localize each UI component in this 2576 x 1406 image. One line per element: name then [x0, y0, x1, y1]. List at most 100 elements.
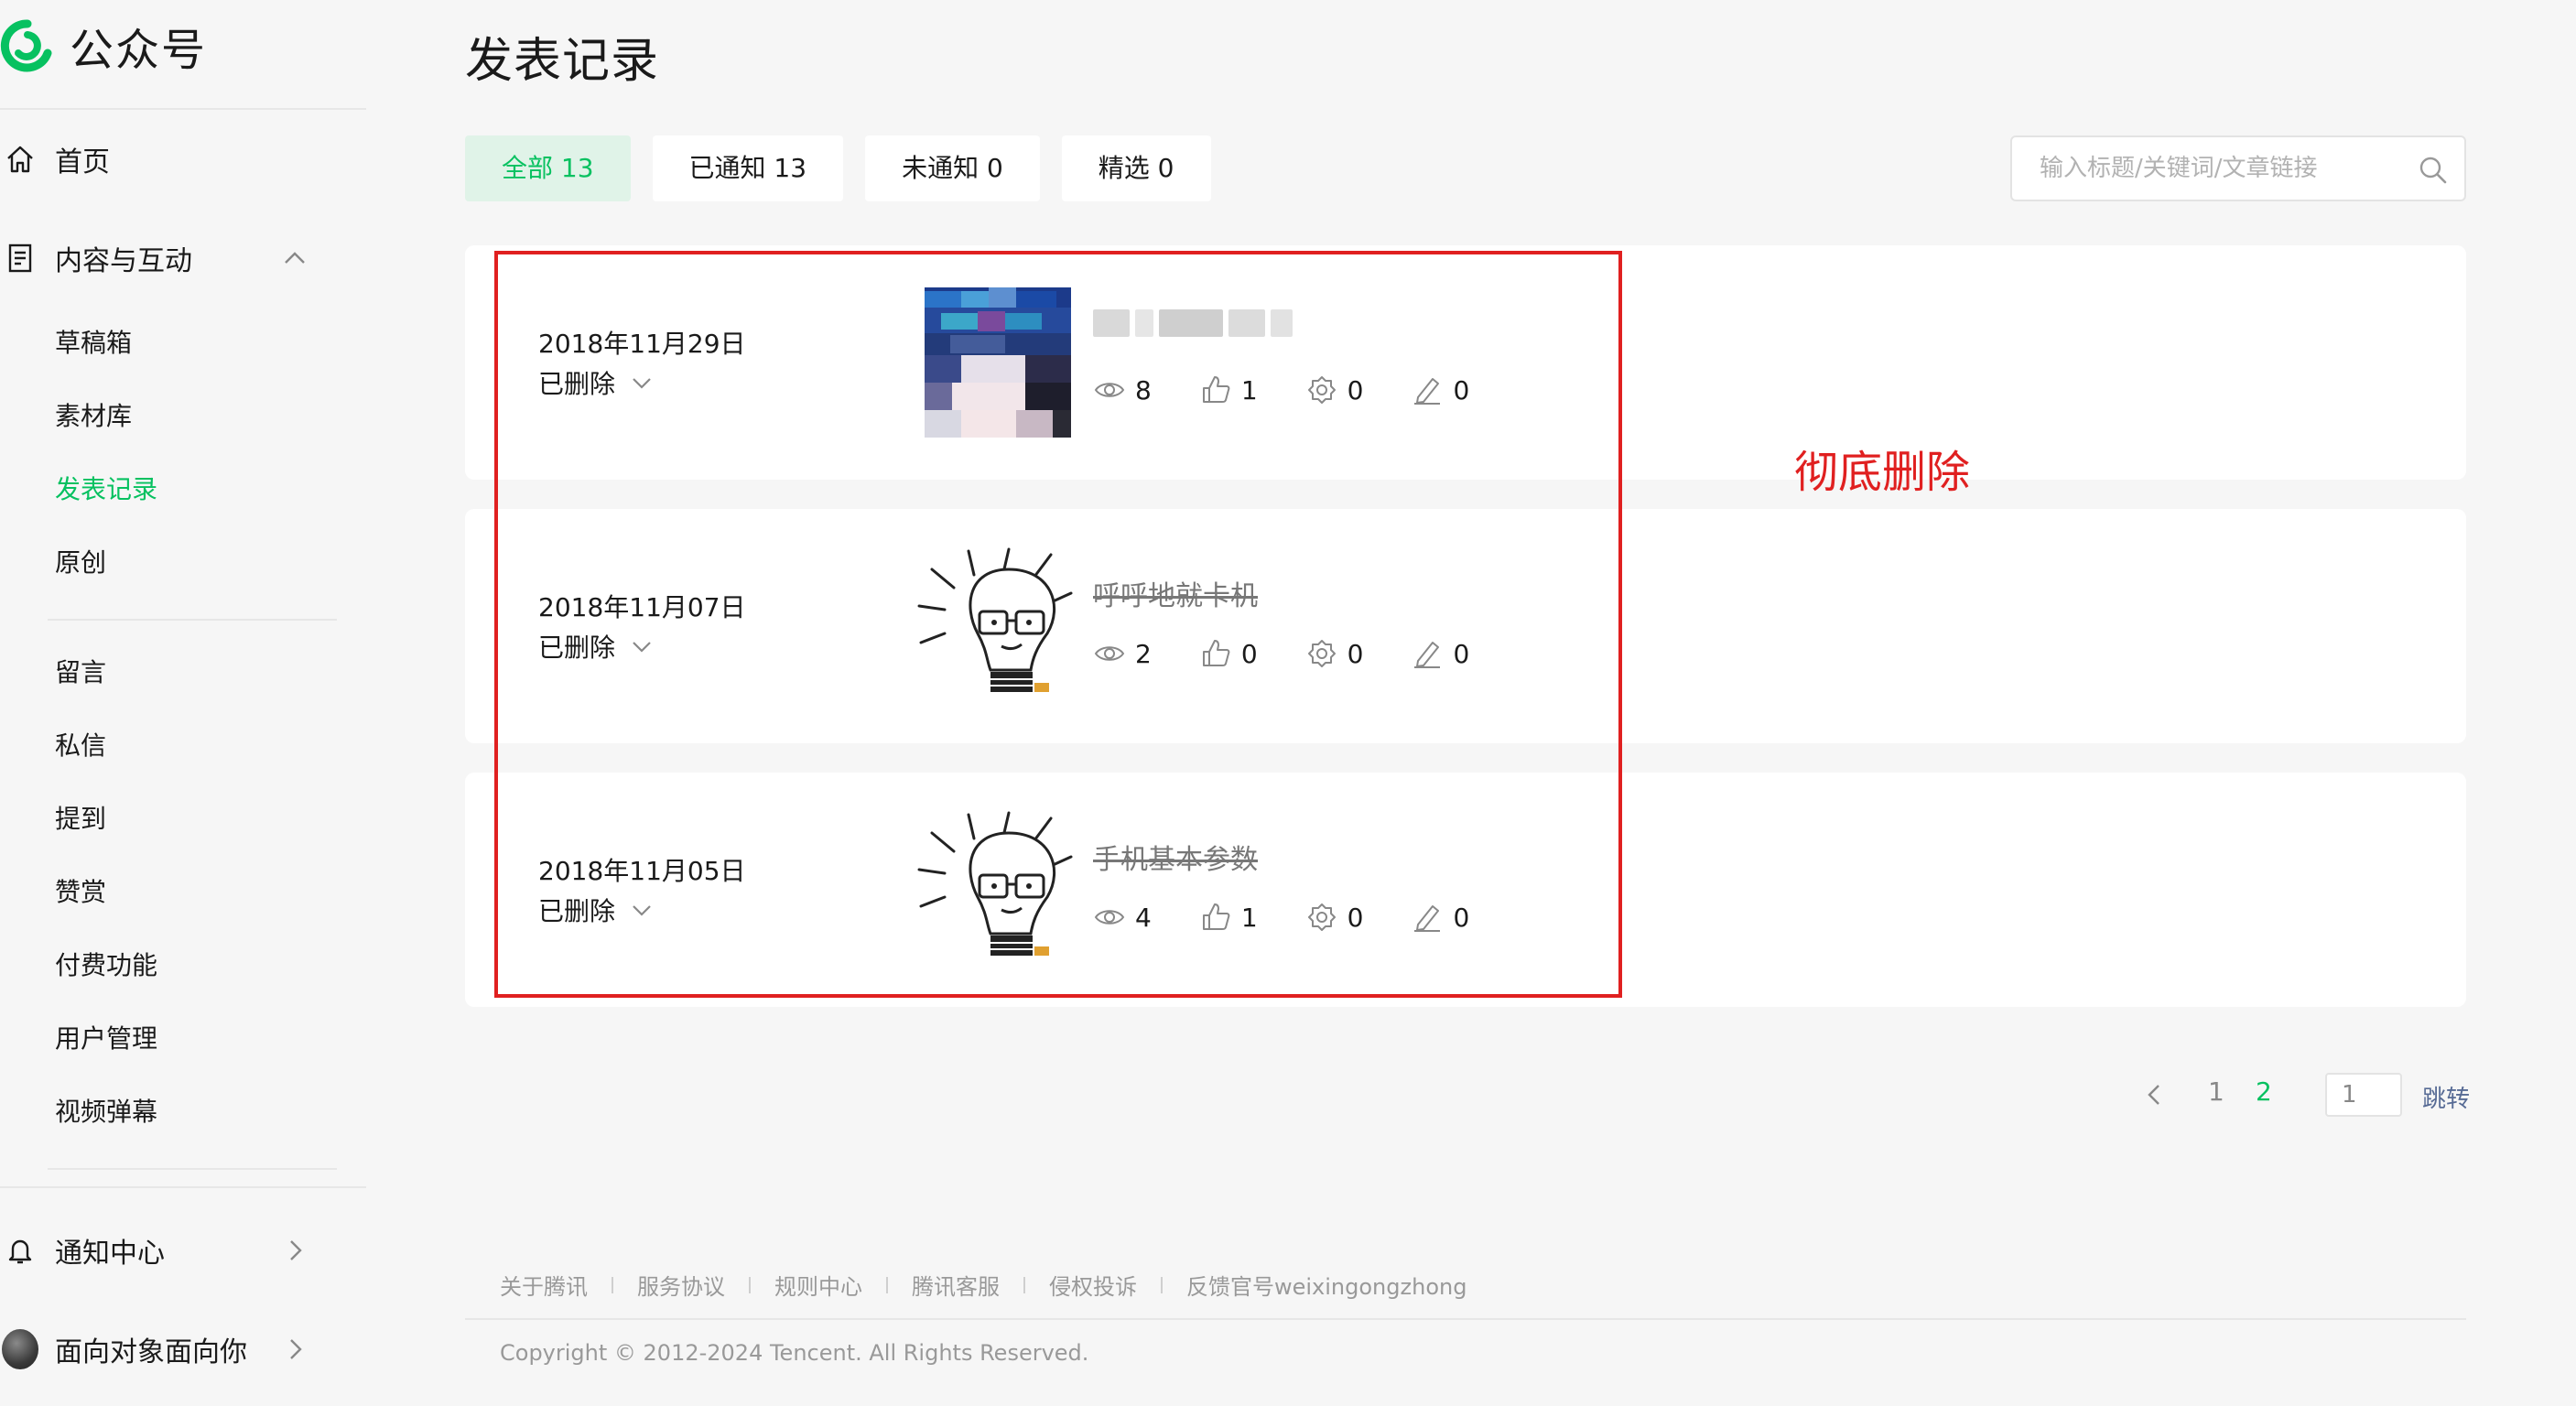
app-logo[interactable]: 公众号: [0, 13, 207, 79]
logo-icon: [0, 19, 52, 72]
stat-comments: 0: [1411, 373, 1469, 406]
page-jump-button[interactable]: 跳转: [2422, 1080, 2470, 1114]
thumbs-up-icon: [1202, 903, 1230, 930]
footer-link[interactable]: 规则中心: [774, 1269, 862, 1301]
page-jump-input[interactable]: [2325, 1073, 2402, 1117]
share-gear-icon: [1307, 903, 1336, 931]
search-icon[interactable]: [2417, 154, 2450, 187]
record-stats: 4 1 0 0: [1093, 901, 1517, 934]
avatar: [2, 1329, 38, 1369]
share-gear-icon: [1307, 376, 1336, 404]
share-gear-icon: [1307, 640, 1336, 667]
search-box: [2010, 135, 2466, 201]
stat-comments: 0: [1411, 901, 1469, 934]
stat-views: 8: [1093, 373, 1152, 406]
footer-divider: [465, 1318, 2466, 1320]
record-card: 2018年11月29日 已删除 8 1 0 0: [465, 245, 2466, 480]
page-title: 发表记录: [465, 34, 660, 89]
pen-icon: [1414, 378, 1441, 405]
pen-icon: [1414, 905, 1441, 932]
sidebar-item-mentions[interactable]: 提到: [55, 796, 106, 842]
sidebar-item-user-management[interactable]: 用户管理: [55, 1016, 157, 1062]
record-date: 2018年11月07日: [538, 592, 746, 622]
chevron-right-icon: [290, 1240, 302, 1260]
record-status-dropdown[interactable]: 已删除: [538, 892, 657, 928]
sidebar-item-notification-center[interactable]: 通知中心: [0, 1223, 348, 1278]
record-stats: 8 1 0 0: [1093, 373, 1517, 406]
chevron-left-icon[interactable]: [2138, 1078, 2171, 1111]
article-title[interactable]: 手机基本参数: [1093, 837, 1258, 877]
bell-icon: [2, 1232, 38, 1269]
sidebar-item-rewards[interactable]: 赞赏: [55, 870, 106, 915]
record-stats: 2 0 0 0: [1093, 637, 1517, 670]
stat-views: 4: [1093, 901, 1152, 934]
record-date: 2018年11月29日: [538, 329, 746, 359]
sidebar-item-video-danmaku[interactable]: 视频弹幕: [55, 1089, 157, 1135]
record-card: 2018年11月05日 已删除 手机基本参数 4 1 0 0: [465, 773, 2466, 1007]
record-card: 2018年11月07日 已删除 呼呼地就卡机 2 0 0 0: [465, 509, 2466, 743]
stat-shares: 0: [1305, 373, 1363, 406]
tab-notified[interactable]: 已通知 13: [652, 135, 844, 201]
sidebar-item-account[interactable]: 面向对象面向你: [0, 1322, 348, 1377]
tab-not-notified[interactable]: 未通知 0: [865, 135, 1040, 201]
stat-views: 2: [1093, 637, 1152, 670]
sidebar-group-content[interactable]: 内容与互动: [0, 231, 348, 286]
eye-icon: [1094, 910, 1125, 925]
sidebar-item-original[interactable]: 原创: [55, 540, 106, 586]
chevron-down-icon: [633, 905, 651, 916]
thumbs-up-icon: [1202, 640, 1230, 666]
article-title-blurred[interactable]: [1093, 309, 1293, 337]
copyright: Copyright © 2012-2024 Tencent. All Right…: [500, 1340, 1089, 1366]
sidebar-divider: [0, 1186, 366, 1188]
sidebar-item-materials[interactable]: 素材库: [55, 394, 132, 439]
thumbs-up-icon: [1202, 376, 1230, 403]
sidebar-item-paid-features[interactable]: 付费功能: [55, 943, 157, 989]
lightbulb-thumbnail[interactable]: [914, 806, 1078, 974]
record-status-dropdown[interactable]: 已删除: [538, 628, 657, 665]
document-icon: [2, 240, 38, 276]
stat-shares: 0: [1305, 637, 1363, 670]
chevron-down-icon: [633, 378, 651, 389]
sidebar-item-drafts[interactable]: 草稿箱: [55, 320, 132, 366]
article-title[interactable]: 呼呼地就卡机: [1093, 573, 1258, 613]
footer-link[interactable]: 服务协议: [637, 1269, 725, 1301]
page-number-current[interactable]: 2: [2256, 1076, 2272, 1107]
eye-icon: [1094, 646, 1125, 661]
stat-likes: 0: [1199, 637, 1258, 670]
record-date: 2018年11月05日: [538, 856, 746, 886]
article-thumbnail-blurred[interactable]: [914, 278, 1078, 447]
sidebar-divider: [48, 1168, 337, 1170]
footer-link[interactable]: 反馈官号weixingongzhong: [1186, 1269, 1467, 1301]
page-number[interactable]: 1: [2208, 1076, 2224, 1107]
stat-shares: 0: [1305, 901, 1363, 934]
tab-featured[interactable]: 精选 0: [1061, 135, 1211, 201]
sidebar-item-messages[interactable]: 私信: [55, 723, 106, 769]
stat-likes: 1: [1199, 373, 1258, 406]
lightbulb-thumbnail[interactable]: [914, 542, 1078, 710]
sidebar-item-publish-records[interactable]: 发表记录: [55, 467, 157, 513]
filter-tabs: 全部 13 已通知 13 未通知 0 精选 0: [465, 135, 1233, 201]
sidebar-item-comments[interactable]: 留言: [55, 650, 106, 696]
eye-icon: [1094, 383, 1125, 397]
stat-likes: 1: [1199, 901, 1258, 934]
app-name: 公众号: [70, 25, 208, 76]
footer-links: 关于腾讯 服务协议 规则中心 腾讯客服 侵权投诉 反馈官号weixingongz…: [500, 1269, 1467, 1301]
footer-link[interactable]: 腾讯客服: [912, 1269, 1000, 1301]
chevron-up-icon: [285, 252, 305, 264]
record-status-dropdown[interactable]: 已删除: [538, 364, 657, 401]
footer-link[interactable]: 关于腾讯: [500, 1269, 588, 1301]
record-status: 已删除: [538, 896, 616, 926]
sidebar-divider: [48, 619, 337, 621]
sidebar-divider: [0, 108, 366, 110]
record-status: 已删除: [538, 633, 616, 663]
annotation-text: 彻底删除: [1794, 447, 1971, 498]
home-icon: [2, 141, 38, 178]
tab-all[interactable]: 全部 13: [465, 135, 631, 201]
record-status: 已删除: [538, 369, 616, 399]
chevron-down-icon: [633, 642, 651, 653]
sidebar: 公众号 首页 内容与互动 草稿箱 素材库 发表记录 原创 留言 私信 提到 赞赏…: [0, 0, 366, 1406]
pen-icon: [1414, 642, 1441, 668]
footer-link[interactable]: 侵权投诉: [1049, 1269, 1137, 1301]
sidebar-item-home[interactable]: 首页: [0, 132, 348, 187]
search-input[interactable]: [2040, 150, 2406, 187]
